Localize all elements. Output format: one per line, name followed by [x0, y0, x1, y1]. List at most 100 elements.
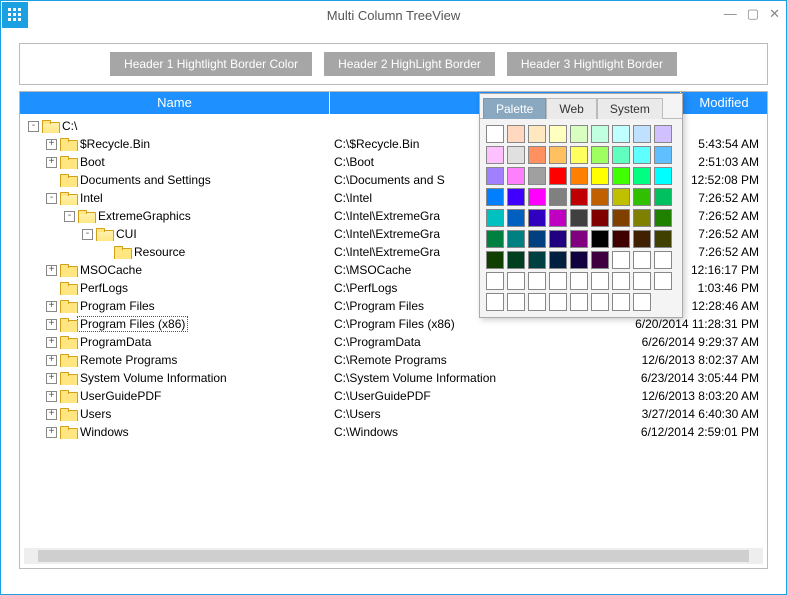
color-swatch[interactable] [528, 251, 546, 269]
color-swatch[interactable] [486, 251, 504, 269]
expander-icon[interactable]: + [46, 301, 57, 312]
color-swatch[interactable] [633, 209, 651, 227]
color-swatch[interactable] [591, 125, 609, 143]
color-swatch[interactable] [570, 167, 588, 185]
color-swatch[interactable] [633, 230, 651, 248]
color-swatch[interactable] [612, 125, 630, 143]
color-swatch[interactable] [528, 209, 546, 227]
color-swatch[interactable] [570, 209, 588, 227]
expander-icon[interactable]: + [46, 427, 57, 438]
color-swatch[interactable] [507, 188, 525, 206]
tree-row[interactable]: +ProgramDataC:\ProgramData6/26/2014 9:29… [20, 333, 767, 351]
color-swatch[interactable] [633, 188, 651, 206]
color-swatch[interactable] [612, 230, 630, 248]
expander-icon[interactable]: + [46, 265, 57, 276]
tree-row[interactable]: +System Volume InformationC:\System Volu… [20, 369, 767, 387]
color-swatch[interactable] [633, 251, 651, 269]
color-swatch[interactable] [486, 167, 504, 185]
color-swatch[interactable] [612, 272, 630, 290]
expander-icon[interactable]: + [46, 139, 57, 150]
color-swatch[interactable] [549, 125, 567, 143]
expander-icon[interactable]: - [64, 211, 75, 222]
expander-icon[interactable]: - [82, 229, 93, 240]
maximize-icon[interactable]: ▢ [747, 7, 759, 20]
close-icon[interactable]: ✕ [769, 7, 780, 20]
color-swatch[interactable] [612, 293, 630, 311]
color-swatch[interactable] [486, 230, 504, 248]
color-swatch[interactable] [612, 146, 630, 164]
color-swatch[interactable] [549, 209, 567, 227]
color-swatch[interactable] [654, 272, 672, 290]
color-swatch[interactable] [528, 167, 546, 185]
color-swatch[interactable] [570, 293, 588, 311]
color-swatch[interactable] [612, 209, 630, 227]
color-swatch[interactable] [486, 272, 504, 290]
color-swatch[interactable] [612, 251, 630, 269]
color-swatch[interactable] [507, 251, 525, 269]
color-swatch[interactable] [591, 272, 609, 290]
color-swatch[interactable] [591, 251, 609, 269]
color-swatch[interactable] [507, 230, 525, 248]
color-swatch[interactable] [486, 188, 504, 206]
color-swatch[interactable] [528, 272, 546, 290]
color-swatch[interactable] [486, 293, 504, 311]
tree-row[interactable]: +UsersC:\Users3/27/2014 6:40:30 AM [20, 405, 767, 423]
color-swatch[interactable] [633, 125, 651, 143]
expander-icon[interactable]: + [46, 409, 57, 420]
color-swatch[interactable] [591, 230, 609, 248]
color-swatch[interactable] [570, 125, 588, 143]
color-swatch[interactable] [612, 167, 630, 185]
color-swatch[interactable] [633, 272, 651, 290]
color-swatch[interactable] [654, 125, 672, 143]
color-swatch[interactable] [633, 293, 651, 311]
expander-icon[interactable]: - [46, 193, 57, 204]
tree-row[interactable]: +Remote ProgramsC:\Remote Programs12/6/2… [20, 351, 767, 369]
color-swatch[interactable] [549, 230, 567, 248]
color-swatch[interactable] [528, 293, 546, 311]
color-swatch[interactable] [591, 209, 609, 227]
color-swatch[interactable] [507, 146, 525, 164]
color-swatch[interactable] [486, 125, 504, 143]
color-swatch[interactable] [654, 167, 672, 185]
color-swatch[interactable] [549, 272, 567, 290]
tab-system[interactable]: System [597, 98, 663, 119]
expander-icon[interactable]: + [46, 337, 57, 348]
tab-palette[interactable]: Palette [483, 98, 546, 119]
header1-button[interactable]: Header 1 Hightlight Border Color [110, 52, 312, 76]
color-swatch[interactable] [486, 209, 504, 227]
color-swatch[interactable] [591, 146, 609, 164]
color-swatch[interactable] [570, 272, 588, 290]
color-swatch[interactable] [591, 188, 609, 206]
color-swatch[interactable] [654, 230, 672, 248]
color-swatch[interactable] [528, 188, 546, 206]
color-swatch[interactable] [633, 146, 651, 164]
color-swatch[interactable] [591, 167, 609, 185]
color-swatch[interactable] [549, 293, 567, 311]
color-swatch[interactable] [507, 125, 525, 143]
expander-icon[interactable]: - [28, 121, 39, 132]
color-swatch[interactable] [654, 209, 672, 227]
expander-icon[interactable]: + [46, 373, 57, 384]
color-swatch[interactable] [528, 230, 546, 248]
color-swatch[interactable] [570, 230, 588, 248]
tab-web[interactable]: Web [546, 98, 596, 119]
header2-button[interactable]: Header 2 HighLight Border [324, 52, 495, 76]
column-modified[interactable]: Modified [681, 92, 767, 114]
color-swatch[interactable] [654, 251, 672, 269]
color-swatch[interactable] [507, 272, 525, 290]
tree-row[interactable]: +UserGuidePDFC:\UserGuidePDF12/6/2013 8:… [20, 387, 767, 405]
horizontal-scrollbar[interactable] [24, 548, 763, 564]
color-swatch[interactable] [549, 251, 567, 269]
color-swatch[interactable] [528, 125, 546, 143]
expander-icon[interactable]: + [46, 391, 57, 402]
minimize-icon[interactable]: — [724, 7, 737, 20]
color-swatch[interactable] [549, 188, 567, 206]
header3-button[interactable]: Header 3 Hightlight Border [507, 52, 677, 76]
color-swatch[interactable] [654, 146, 672, 164]
expander-icon[interactable]: + [46, 157, 57, 168]
expander-icon[interactable]: + [46, 355, 57, 366]
color-swatch[interactable] [486, 146, 504, 164]
color-swatch[interactable] [591, 293, 609, 311]
color-swatch[interactable] [507, 209, 525, 227]
color-swatch[interactable] [507, 293, 525, 311]
